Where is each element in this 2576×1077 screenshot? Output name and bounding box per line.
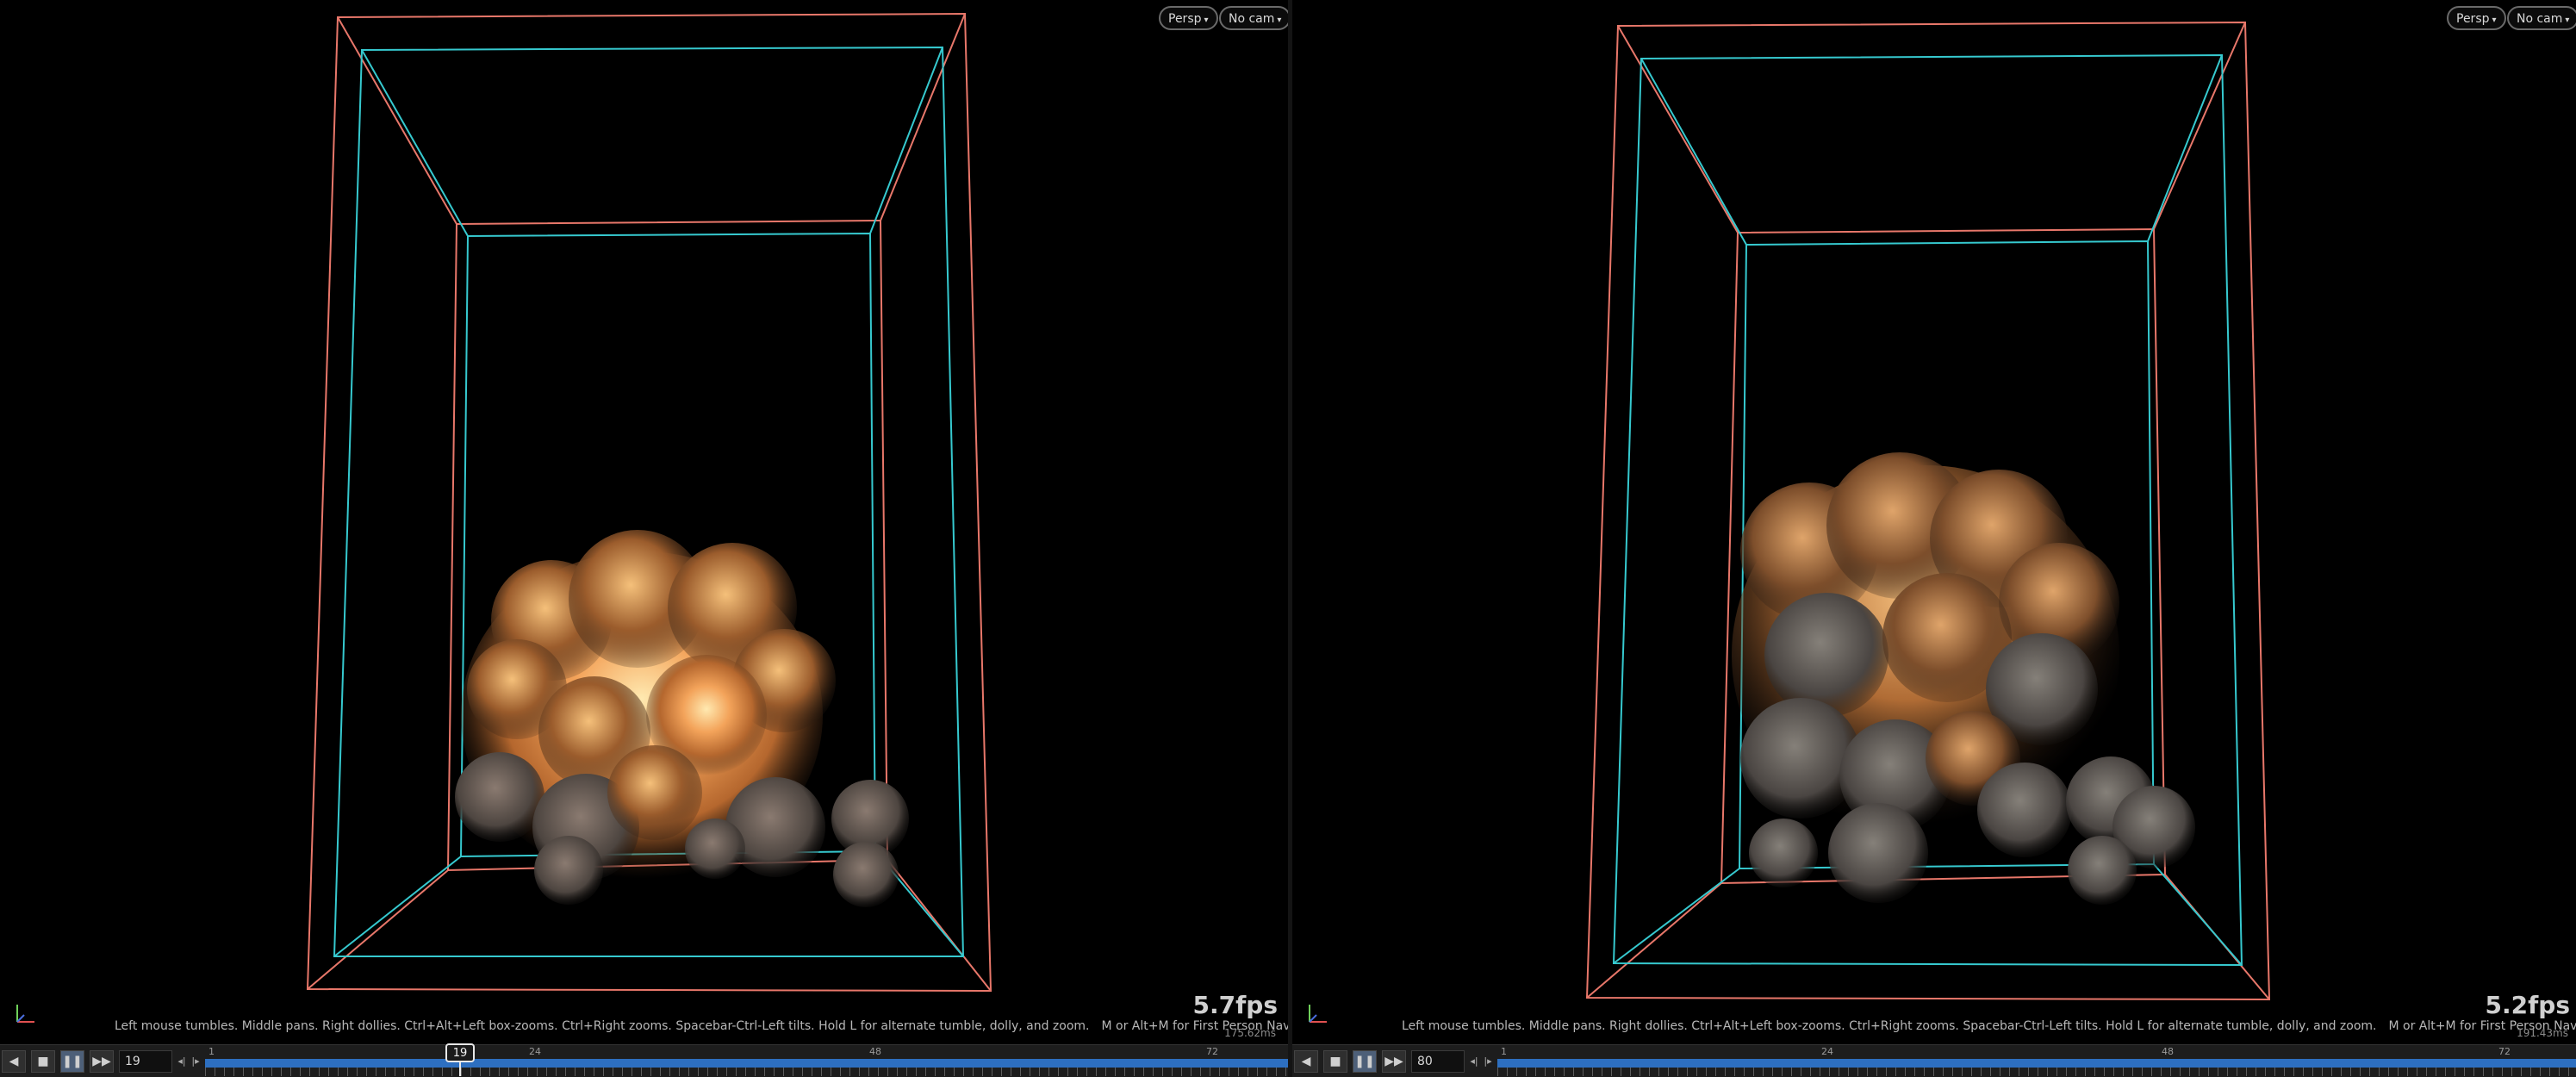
pause-button[interactable]: ❚❚ xyxy=(60,1050,84,1073)
jump-end-icon: ▶▶ xyxy=(92,1055,111,1068)
step-forward-button[interactable]: |▸ xyxy=(190,1052,202,1071)
playbar: ◀ ■ ❚❚ ▶▶ 19 ◂| |▸ 1 24 48 72 19 xyxy=(0,1043,1288,1077)
tick-label: 24 xyxy=(1821,1046,1833,1057)
camera-label: No cam xyxy=(1229,12,1275,26)
play-reverse-icon: ◀ xyxy=(9,1055,19,1068)
jump-end-button[interactable]: ▶▶ xyxy=(1382,1050,1406,1073)
step-back-icon: ◂| xyxy=(177,1055,186,1067)
jump-end-button[interactable]: ▶▶ xyxy=(90,1050,114,1073)
caret-down-icon: ▾ xyxy=(1204,16,1209,25)
step-forward-icon: |▸ xyxy=(1484,1055,1492,1067)
caret-down-icon: ▾ xyxy=(2492,16,2497,25)
timeline-ticks xyxy=(1497,1068,2576,1076)
axis-gizmo-icon xyxy=(1309,1005,1327,1023)
step-forward-button[interactable]: |▸ xyxy=(1482,1052,1494,1071)
play-reverse-button[interactable]: ◀ xyxy=(1294,1050,1318,1073)
timeline-track[interactable] xyxy=(205,1059,1288,1068)
tick-label: 48 xyxy=(869,1046,881,1057)
tick-label: 72 xyxy=(1206,1046,1218,1057)
jump-end-icon: ▶▶ xyxy=(1384,1055,1403,1068)
navigation-hint: Left mouse tumbles. Middle pans. Right d… xyxy=(115,1019,1288,1033)
frame-time-readout: 191.43ms xyxy=(2517,1027,2568,1039)
step-back-icon: ◂| xyxy=(1470,1055,1478,1067)
persp-menu-button[interactable]: Persp ▾ xyxy=(1159,6,1218,30)
time-cursor-line xyxy=(459,1061,461,1076)
explosion-volume xyxy=(455,530,909,907)
navigation-hint: Left mouse tumbles. Middle pans. Right d… xyxy=(1402,1019,2576,1033)
timeline-ticks xyxy=(205,1068,1288,1076)
stop-icon: ■ xyxy=(1329,1055,1341,1068)
tick-label: 1 xyxy=(208,1046,215,1057)
tick-label: 1 xyxy=(1501,1046,1507,1057)
explosion-volume xyxy=(1732,452,2195,905)
caret-down-icon: ▾ xyxy=(2565,16,2570,25)
persp-menu-button[interactable]: Persp ▾ xyxy=(2447,6,2506,30)
step-forward-icon: |▸ xyxy=(191,1055,200,1067)
tick-label: 48 xyxy=(2162,1046,2174,1057)
play-reverse-button[interactable]: ◀ xyxy=(2,1050,26,1073)
viewport-left[interactable]: Persp ▾ No cam ▾ Left mouse tumbles. Middl… xyxy=(0,0,1288,1077)
tick-label: 72 xyxy=(2498,1046,2511,1057)
scene-view-left[interactable] xyxy=(0,0,1288,1043)
axis-gizmo-icon xyxy=(16,1005,34,1023)
play-reverse-icon: ◀ xyxy=(1301,1055,1311,1068)
pause-icon: ❚❚ xyxy=(62,1055,83,1068)
stop-button[interactable]: ■ xyxy=(31,1050,55,1073)
camera-label: No cam xyxy=(2517,12,2563,26)
persp-label: Persp xyxy=(1168,12,1202,26)
stop-icon: ■ xyxy=(37,1055,49,1068)
persp-label: Persp xyxy=(2456,12,2490,26)
frame-time-readout: 175.62ms xyxy=(1224,1027,1276,1039)
camera-menu-button[interactable]: No cam ▾ xyxy=(2507,6,2576,30)
caret-down-icon: ▾ xyxy=(1277,16,1282,25)
hint-text: Left mouse tumbles. Middle pans. Right d… xyxy=(1402,1019,2377,1033)
tick-label: 24 xyxy=(529,1046,541,1057)
fps-readout: 5.7fps xyxy=(1192,991,1279,1019)
pause-button[interactable]: ❚❚ xyxy=(1353,1050,1377,1073)
stop-button[interactable]: ■ xyxy=(1323,1050,1347,1073)
step-back-button[interactable]: ◂| xyxy=(176,1052,188,1071)
scene-view-right[interactable] xyxy=(1292,0,2576,1043)
timeline-track[interactable] xyxy=(1497,1059,2576,1068)
viewport-right[interactable]: Persp ▾ No cam ▾ Left mouse tumbles. Middl… xyxy=(1292,0,2576,1077)
hint-text: Left mouse tumbles. Middle pans. Right d… xyxy=(115,1019,1090,1033)
playbar: ◀ ■ ❚❚ ▶▶ 80 ◂| |▸ 1 24 48 72 xyxy=(1292,1044,2576,1077)
current-frame-field[interactable]: 19 xyxy=(119,1050,172,1073)
step-back-button[interactable]: ◂| xyxy=(1468,1052,1480,1071)
current-frame-field[interactable]: 80 xyxy=(1411,1050,1465,1073)
camera-menu-button[interactable]: No cam ▾ xyxy=(1219,6,1288,30)
time-cursor[interactable]: 19 xyxy=(445,1043,475,1062)
fps-readout: 5.2fps xyxy=(2485,991,2571,1019)
pause-icon: ❚❚ xyxy=(1354,1055,1375,1068)
